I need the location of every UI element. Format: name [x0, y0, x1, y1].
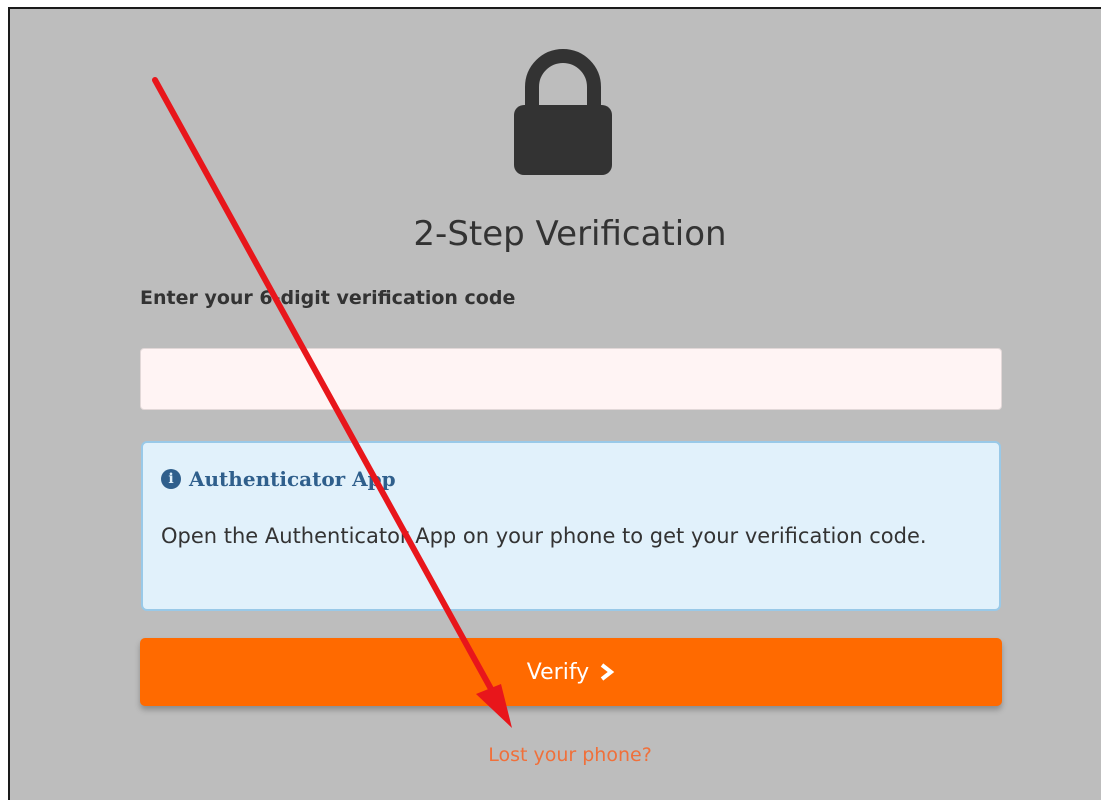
verify-button-label: Verify: [526, 659, 590, 685]
page-title: 2-Step Verification: [413, 214, 727, 254]
verification-code-input[interactable]: [140, 348, 1002, 410]
code-field-label: Enter your 6-digit verification code: [140, 287, 516, 309]
info-circle-icon: i: [161, 469, 181, 489]
chevron-right-icon: [600, 663, 615, 681]
info-alert: i Authenticator App Open the Authenticat…: [141, 441, 1001, 611]
verify-button[interactable]: Verify: [140, 638, 1002, 706]
verification-panel: 2-Step Verification Enter your 6-digit v…: [8, 7, 1101, 800]
info-body: Open the Authenticator App on your phone…: [161, 524, 927, 548]
info-heading: i Authenticator App: [161, 467, 396, 491]
lock-icon: [514, 49, 612, 175]
lost-phone-link[interactable]: Lost your phone?: [10, 744, 1101, 766]
info-heading-text: Authenticator App: [189, 467, 396, 491]
